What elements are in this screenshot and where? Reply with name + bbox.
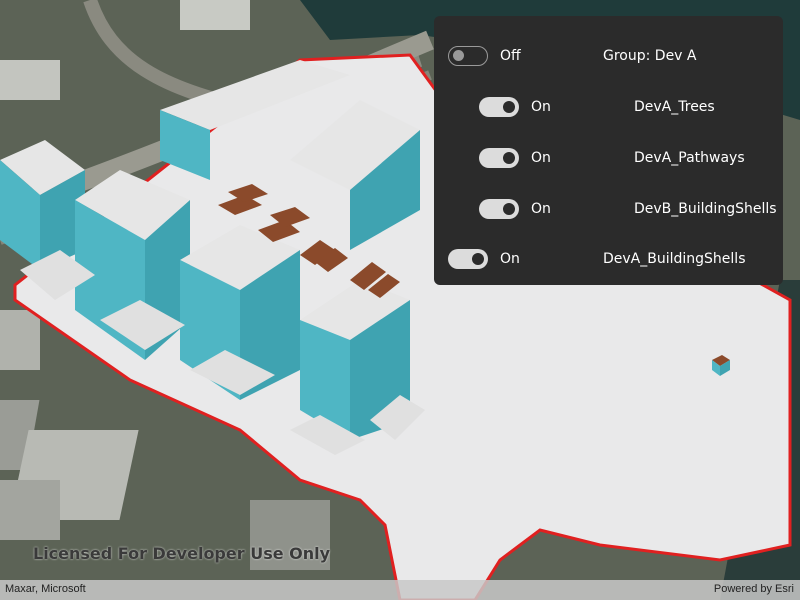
group-name: Group: Dev A (603, 48, 697, 64)
deva-shells-layer-name: DevA_BuildingShells (603, 251, 746, 267)
layer-row-trees[interactable]: On (479, 95, 581, 119)
layer-row-devb-shells[interactable]: On (479, 197, 581, 221)
devb-shells-toggle[interactable] (479, 199, 519, 219)
toggle-knob (453, 50, 464, 61)
trees-toggle[interactable] (479, 97, 519, 117)
devb-shells-layer-name: DevB_BuildingShells (634, 201, 777, 217)
pathways-state-label: On (531, 150, 551, 166)
powered-by-link[interactable]: Powered by Esri (714, 583, 794, 595)
toggle-knob (503, 203, 515, 215)
trees-layer-name: DevA_Trees (634, 99, 715, 115)
pathways-toggle[interactable] (479, 148, 519, 168)
pathways-layer-name: DevA_Pathways (634, 150, 745, 166)
group-state-label: Off (500, 48, 521, 64)
attribution-bar: Maxar, Microsoft Powered by Esri (0, 580, 800, 600)
toggle-knob (503, 101, 515, 113)
trees-state-label: On (531, 99, 551, 115)
deva-shells-toggle[interactable] (448, 249, 488, 269)
attribution-text[interactable]: Maxar, Microsoft (5, 583, 86, 595)
layer-row-pathways[interactable]: On (479, 146, 581, 170)
group-toggle[interactable] (448, 46, 488, 66)
license-watermark: Licensed For Developer Use Only (33, 544, 331, 563)
layer-row-deva-shells[interactable]: On (448, 247, 550, 271)
toggle-knob (472, 253, 484, 265)
deva-shells-state-label: On (500, 251, 520, 267)
layer-list-panel: Off Group: Dev A On DevA_Trees On DevA_P… (434, 16, 783, 285)
devb-shells-state-label: On (531, 201, 551, 217)
toggle-knob (503, 152, 515, 164)
group-row[interactable]: Off (448, 44, 550, 68)
